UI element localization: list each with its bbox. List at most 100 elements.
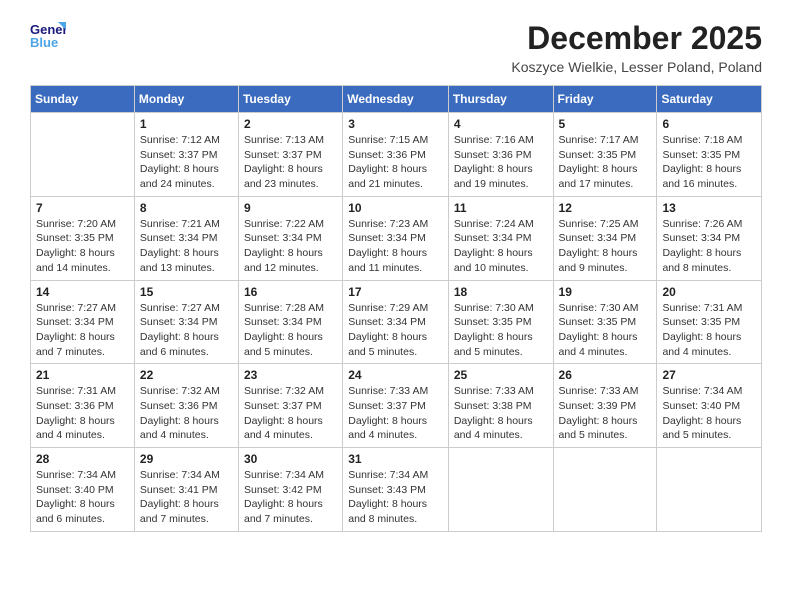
calendar-cell	[31, 113, 135, 197]
location-title: Koszyce Wielkie, Lesser Poland, Poland	[511, 59, 762, 75]
calendar-header: SundayMondayTuesdayWednesdayThursdayFrid…	[31, 86, 762, 113]
day-number: 22	[140, 368, 233, 382]
calendar-cell: 7 Sunrise: 7:20 AMSunset: 3:35 PMDaylight…	[31, 196, 135, 280]
calendar-cell: 20 Sunrise: 7:31 AMSunset: 3:35 PMDayligh…	[657, 280, 762, 364]
weekday-header-friday: Friday	[553, 86, 657, 113]
day-number: 10	[348, 201, 443, 215]
day-number: 12	[559, 201, 652, 215]
day-number: 25	[454, 368, 548, 382]
calendar-table: SundayMondayTuesdayWednesdayThursdayFrid…	[30, 85, 762, 532]
day-number: 13	[662, 201, 756, 215]
weekday-header-row: SundayMondayTuesdayWednesdayThursdayFrid…	[31, 86, 762, 113]
day-info: Sunrise: 7:25 AMSunset: 3:34 PMDaylight:…	[559, 217, 652, 276]
month-title: December 2025	[511, 20, 762, 57]
day-info: Sunrise: 7:15 AMSunset: 3:36 PMDaylight:…	[348, 133, 443, 192]
calendar-cell: 18Sunrise: 7:30 AMSunset: 3:35 PMDayligh…	[448, 280, 553, 364]
day-number: 16	[244, 285, 337, 299]
logo: General Blue	[30, 20, 66, 50]
day-info: Sunrise: 7:22 AMSunset: 3:34 PMDaylight:…	[244, 217, 337, 276]
calendar-cell: 16 Sunrise: 7:28 AMSunset: 3:34 PMDayligh…	[238, 280, 342, 364]
day-info: Sunrise: 7:32 AMSunset: 3:37 PMDaylight:…	[244, 384, 337, 443]
day-number: 17	[348, 285, 443, 299]
calendar-cell: 12 Sunrise: 7:25 AMSunset: 3:34 PMDayligh…	[553, 196, 657, 280]
calendar-cell: 25 Sunrise: 7:33 AMSunset: 3:38 PMDayligh…	[448, 364, 553, 448]
day-number: 19	[559, 285, 652, 299]
day-info: Sunrise: 7:34 AMSunset: 3:40 PMDaylight:…	[36, 468, 129, 527]
calendar-cell: 15 Sunrise: 7:27 AMSunset: 3:34 PMDayligh…	[134, 280, 238, 364]
calendar-cell: 2Sunrise: 7:13 AMSunset: 3:37 PMDaylight…	[238, 113, 342, 197]
weekday-header-thursday: Thursday	[448, 86, 553, 113]
svg-text:Blue: Blue	[30, 35, 58, 50]
day-info: Sunrise: 7:34 AMSunset: 3:43 PMDaylight:…	[348, 468, 443, 527]
calendar-cell: 4Sunrise: 7:16 AMSunset: 3:36 PMDaylight…	[448, 113, 553, 197]
day-number: 30	[244, 452, 337, 466]
calendar-cell: 28 Sunrise: 7:34 AMSunset: 3:40 PMDayligh…	[31, 448, 135, 532]
week-row-5: 28 Sunrise: 7:34 AMSunset: 3:40 PMDayligh…	[31, 448, 762, 532]
title-block: December 2025 Koszyce Wielkie, Lesser Po…	[511, 20, 762, 75]
calendar-cell: 23Sunrise: 7:32 AMSunset: 3:37 PMDayligh…	[238, 364, 342, 448]
calendar-cell: 6 Sunrise: 7:18 AMSunset: 3:35 PMDaylight…	[657, 113, 762, 197]
day-number: 7	[36, 201, 129, 215]
day-info: Sunrise: 7:17 AMSunset: 3:35 PMDaylight:…	[559, 133, 652, 192]
day-info: Sunrise: 7:26 AMSunset: 3:34 PMDaylight:…	[662, 217, 756, 276]
day-info: Sunrise: 7:24 AMSunset: 3:34 PMDaylight:…	[454, 217, 548, 276]
day-number: 14	[36, 285, 129, 299]
day-info: Sunrise: 7:20 AMSunset: 3:35 PMDaylight:…	[36, 217, 129, 276]
day-number: 15	[140, 285, 233, 299]
calendar-cell: 22 Sunrise: 7:32 AMSunset: 3:36 PMDayligh…	[134, 364, 238, 448]
calendar-cell: 13 Sunrise: 7:26 AMSunset: 3:34 PMDayligh…	[657, 196, 762, 280]
calendar-cell: 29Sunrise: 7:34 AMSunset: 3:41 PMDayligh…	[134, 448, 238, 532]
calendar-cell: 26Sunrise: 7:33 AMSunset: 3:39 PMDayligh…	[553, 364, 657, 448]
day-info: Sunrise: 7:23 AMSunset: 3:34 PMDaylight:…	[348, 217, 443, 276]
calendar-cell: 11 Sunrise: 7:24 AMSunset: 3:34 PMDayligh…	[448, 196, 553, 280]
weekday-header-tuesday: Tuesday	[238, 86, 342, 113]
day-number: 3	[348, 117, 443, 131]
calendar-cell: 14Sunrise: 7:27 AMSunset: 3:34 PMDayligh…	[31, 280, 135, 364]
day-info: Sunrise: 7:33 AMSunset: 3:38 PMDaylight:…	[454, 384, 548, 443]
day-info: Sunrise: 7:31 AMSunset: 3:36 PMDaylight:…	[36, 384, 129, 443]
calendar-cell: 21 Sunrise: 7:31 AMSunset: 3:36 PMDayligh…	[31, 364, 135, 448]
calendar-cell	[553, 448, 657, 532]
day-info: Sunrise: 7:30 AMSunset: 3:35 PMDaylight:…	[559, 301, 652, 360]
weekday-header-saturday: Saturday	[657, 86, 762, 113]
day-number: 28	[36, 452, 129, 466]
day-info: Sunrise: 7:12 AMSunset: 3:37 PMDaylight:…	[140, 133, 233, 192]
calendar-cell: 17Sunrise: 7:29 AMSunset: 3:34 PMDayligh…	[343, 280, 449, 364]
day-number: 11	[454, 201, 548, 215]
day-info: Sunrise: 7:28 AMSunset: 3:34 PMDaylight:…	[244, 301, 337, 360]
day-info: Sunrise: 7:33 AMSunset: 3:39 PMDaylight:…	[559, 384, 652, 443]
calendar-body: 1 Sunrise: 7:12 AMSunset: 3:37 PMDaylight…	[31, 113, 762, 532]
calendar-cell: 19 Sunrise: 7:30 AMSunset: 3:35 PMDayligh…	[553, 280, 657, 364]
calendar-cell: 9 Sunrise: 7:22 AMSunset: 3:34 PMDaylight…	[238, 196, 342, 280]
day-info: Sunrise: 7:33 AMSunset: 3:37 PMDaylight:…	[348, 384, 443, 443]
day-info: Sunrise: 7:30 AMSunset: 3:35 PMDaylight:…	[454, 301, 548, 360]
day-number: 24	[348, 368, 443, 382]
day-info: Sunrise: 7:18 AMSunset: 3:35 PMDaylight:…	[662, 133, 756, 192]
calendar-cell: 5 Sunrise: 7:17 AMSunset: 3:35 PMDaylight…	[553, 113, 657, 197]
week-row-4: 21 Sunrise: 7:31 AMSunset: 3:36 PMDayligh…	[31, 364, 762, 448]
day-number: 1	[140, 117, 233, 131]
calendar-cell: 27 Sunrise: 7:34 AMSunset: 3:40 PMDayligh…	[657, 364, 762, 448]
calendar-cell	[448, 448, 553, 532]
calendar-cell: 10 Sunrise: 7:23 AMSunset: 3:34 PMDayligh…	[343, 196, 449, 280]
day-number: 5	[559, 117, 652, 131]
calendar-cell	[657, 448, 762, 532]
day-info: Sunrise: 7:27 AMSunset: 3:34 PMDaylight:…	[140, 301, 233, 360]
day-number: 9	[244, 201, 337, 215]
weekday-header-monday: Monday	[134, 86, 238, 113]
day-info: Sunrise: 7:31 AMSunset: 3:35 PMDaylight:…	[662, 301, 756, 360]
logo-icon: General Blue	[30, 20, 66, 50]
calendar-cell: 8Sunrise: 7:21 AMSunset: 3:34 PMDaylight…	[134, 196, 238, 280]
day-number: 6	[662, 117, 756, 131]
calendar-cell: 1 Sunrise: 7:12 AMSunset: 3:37 PMDaylight…	[134, 113, 238, 197]
day-number: 20	[662, 285, 756, 299]
day-info: Sunrise: 7:34 AMSunset: 3:40 PMDaylight:…	[662, 384, 756, 443]
weekday-header-wednesday: Wednesday	[343, 86, 449, 113]
day-number: 4	[454, 117, 548, 131]
day-number: 27	[662, 368, 756, 382]
calendar-cell: 30Sunrise: 7:34 AMSunset: 3:42 PMDayligh…	[238, 448, 342, 532]
day-number: 21	[36, 368, 129, 382]
weekday-header-sunday: Sunday	[31, 86, 135, 113]
calendar-cell: 24 Sunrise: 7:33 AMSunset: 3:37 PMDayligh…	[343, 364, 449, 448]
day-info: Sunrise: 7:32 AMSunset: 3:36 PMDaylight:…	[140, 384, 233, 443]
